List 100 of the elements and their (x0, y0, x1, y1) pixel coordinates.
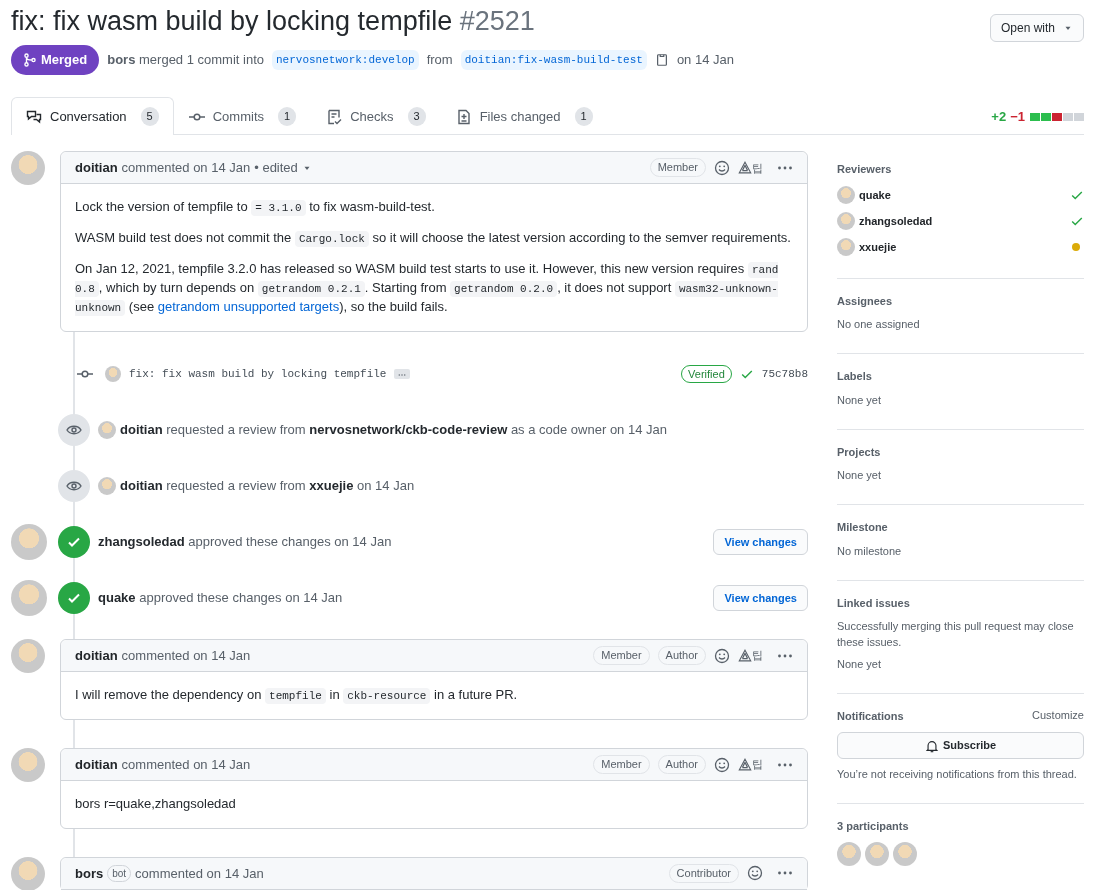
checklist-icon (326, 108, 343, 125)
comment-meta: commented on 14 Jan (121, 646, 251, 665)
section-text: Successfully merging this pull request may close these issues. (837, 619, 1075, 651)
commit-message-link[interactable]: fix: fix wasm build by locking tempfile (129, 365, 387, 383)
merge-icon (23, 53, 37, 68)
smiley-icon (714, 756, 730, 773)
comment-paragraph: WASM build test does not commit the Cargo.lock so it will choose the latest version according to the semver requirements. (75, 229, 792, 249)
eye-badge (58, 414, 90, 447)
reviewer-link[interactable]: quake (859, 186, 891, 204)
user-avatar (837, 185, 855, 204)
docs-link[interactable]: getrandom unsupported targets (157, 299, 340, 315)
section-heading: Reviewers (837, 162, 893, 178)
tip-button[interactable]: 팁 (738, 647, 763, 664)
more-options-icon (777, 165, 793, 170)
reviewer-link[interactable]: zhangsoledad (859, 212, 933, 230)
user-avatar (11, 748, 45, 782)
eye-badge (58, 470, 90, 503)
subscribe-button[interactable]: Subscribe (837, 732, 1084, 759)
from-label: from (426, 51, 453, 70)
approved-badge (58, 526, 90, 559)
section-heading: Linked issues (837, 595, 911, 611)
copy-icon (654, 53, 669, 68)
user-avatar (98, 477, 116, 496)
tab-counter: 5 (140, 107, 159, 126)
section-heading: Assignees (837, 293, 894, 309)
author-link[interactable]: doitian (75, 158, 118, 178)
edited-dropdown[interactable]: • edited (254, 158, 312, 178)
user-avatar (98, 421, 116, 440)
section-text: No milestone (837, 543, 903, 559)
merge-date: on 14 Jan (676, 51, 734, 70)
user-avatar (11, 151, 45, 186)
event-text: quake approved these changes on 14 Jan (98, 589, 343, 608)
customize-link[interactable]: Customize (1032, 707, 1084, 727)
smiley-icon (747, 865, 763, 882)
comment-paragraph: I will remove the dependency on tempfile in ckb-resource in a future PR. (75, 686, 519, 705)
smiley-icon (714, 647, 730, 664)
participant-avatar (865, 842, 889, 867)
tab[interactable]: Conversation 5 (11, 96, 174, 136)
notification-note: You’re not receiving notifications from this thread. (837, 766, 1078, 782)
section-heading: Notifications (837, 708, 904, 724)
view-changes-button[interactable]: View changes (713, 528, 808, 556)
section-text: No one assigned (837, 317, 921, 333)
tip-button[interactable]: 팁 (738, 159, 763, 177)
user-avatar (105, 366, 121, 383)
section-heading: Labels (837, 369, 873, 385)
participant-avatar (837, 842, 861, 867)
section-text: None yet (837, 468, 883, 484)
reviewer-link[interactable]: xxuejie (859, 238, 897, 256)
section-text: None yet (837, 392, 883, 408)
tab[interactable]: Commits 1 (173, 96, 312, 136)
comment-meta: commented on 14 Jan (121, 755, 251, 774)
author-link[interactable]: bors (75, 863, 104, 884)
section-text: None yet (837, 657, 883, 672)
author-link[interactable]: doitian (75, 645, 118, 666)
merge-summary: bors merged 1 commit into (107, 51, 264, 70)
user-avatar (11, 580, 47, 617)
participant-avatar (893, 842, 917, 867)
comment-meta: commented on 14 Jan (135, 864, 264, 883)
comment-paragraph: bors r=quake,zhangsoledad (75, 795, 237, 813)
event-text: doitian requested a review from nervosnetwork/ckb-code-review as a code owner on 14 Jan (120, 421, 667, 440)
expand-button[interactable] (394, 369, 411, 380)
tab-counter: 1 (278, 107, 297, 126)
more-options-icon (777, 653, 793, 658)
tab[interactable]: Checks 3 (311, 96, 441, 136)
user-avatar (837, 211, 855, 230)
pr-title: fix: fix wasm build by locking tempfile (11, 6, 453, 36)
tab[interactable]: Files changed 1 (440, 96, 608, 136)
commit-sha-link[interactable]: 75c78b8 (761, 365, 808, 383)
warning-icon (738, 757, 752, 772)
section-heading: 3 participants (837, 818, 910, 834)
author-link[interactable]: doitian (75, 754, 118, 775)
more-options-icon (777, 762, 793, 767)
more-options-icon (777, 871, 793, 876)
view-changes-button[interactable]: View changes (713, 584, 808, 612)
open-with-button[interactable]: Open with (989, 14, 1084, 42)
comment-paragraph: On Jan 12, 2021, tempfile 3.2.0 has released so WASM build test starts to use it. However, this new version requires rand 0.8 , which by turn depends on getrandom 0.2.1 . Starting from getrandom 0.2.0 , it does not support wasm32-unknown-unknown (see getrandom unsupported targets), so the build fails. (75, 260, 780, 318)
tab-counter: 1 (574, 107, 593, 126)
pr-number: #2521 (459, 6, 535, 36)
chat-icon (26, 108, 42, 125)
warning-icon (738, 160, 752, 175)
additions-count: +2 (991, 107, 1007, 126)
user-avatar (837, 237, 855, 256)
approved-badge (58, 582, 90, 615)
diffstat-bar (1029, 112, 1084, 121)
comment-paragraph: Lock the version of tempfile to = 3.1.0 to fix wasm-build-test. (75, 198, 436, 218)
smiley-icon (714, 159, 730, 176)
tab-counter: 3 (407, 107, 426, 126)
file-diff-icon (455, 108, 472, 125)
section-heading: Projects (837, 444, 882, 460)
event-text: doitian requested a review from xxuejie on 14 Jan (120, 477, 415, 496)
bell-icon (924, 738, 939, 753)
tip-button[interactable]: 팁 (738, 756, 763, 773)
head-branch-link[interactable]: doitian:fix-wasm-build-test (460, 49, 647, 71)
deletions-count: −1 (1010, 107, 1025, 126)
section-heading: Milestone (837, 520, 889, 536)
merged-status-badge: Merged (11, 45, 100, 75)
warning-icon (738, 648, 752, 663)
comment-meta: commented on 14 Jan (121, 159, 251, 178)
event-text: zhangsoledad approved these changes on 14 Jan (98, 533, 392, 552)
base-branch-link[interactable]: nervosnetwork:develop (272, 49, 419, 71)
